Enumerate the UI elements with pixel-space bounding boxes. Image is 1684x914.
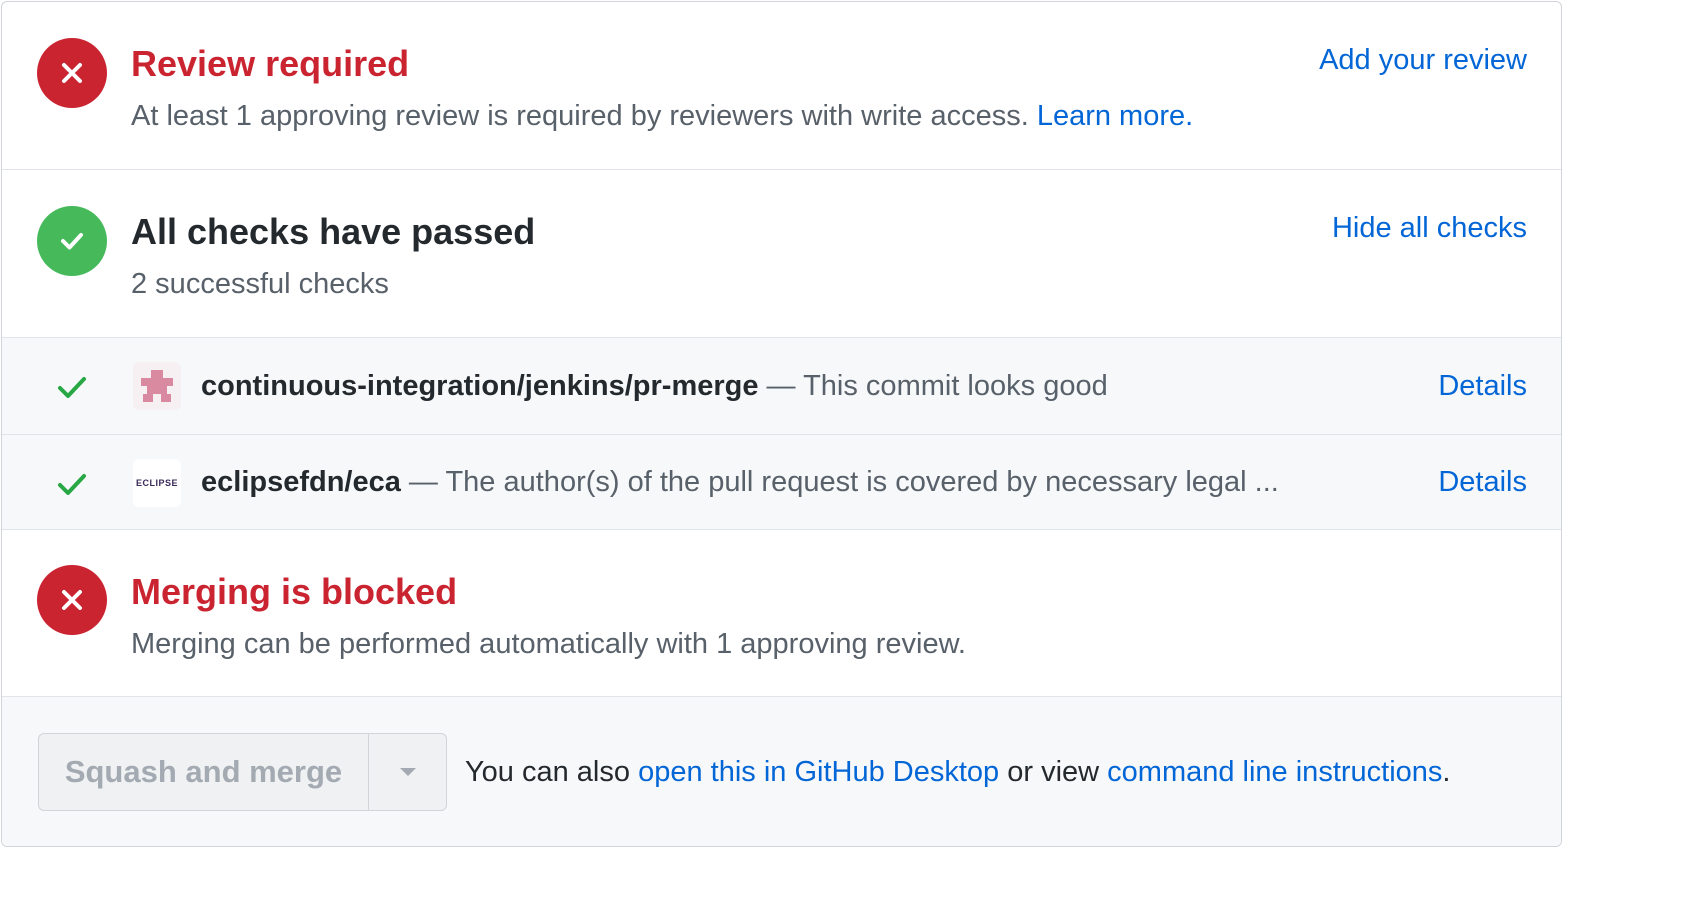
checks-title: All checks have passed [131,211,536,252]
merge-button-group: Squash and merge [38,733,447,811]
merge-actions-section: Squash and merge You can also open this … [2,697,1561,846]
command-line-instructions-link[interactable]: command line instructions [1107,756,1442,788]
review-required-section: Review required At least 1 approving rev… [2,2,1561,170]
jenkins-avatar-icon [133,362,181,410]
hide-all-checks-link[interactable]: Hide all checks [1332,210,1527,246]
merge-alternatives-note: You can also open this in GitHub Desktop… [465,754,1450,790]
add-your-review-link[interactable]: Add your review [1319,42,1527,78]
check-row-jenkins: continuous-integration/jenkins/pr-merge … [2,338,1561,435]
x-circle-icon [37,38,107,108]
note-suffix: . [1442,756,1451,788]
check-circle-icon [37,206,107,276]
merging-blocked-section: Merging is blocked Merging can be perfor… [2,530,1561,697]
x-circle-icon [37,565,107,635]
triangle-down-icon [399,768,416,776]
merge-method-dropdown[interactable] [369,734,446,810]
details-link[interactable]: Details [1438,464,1527,500]
check-description: The author(s) of the pull request is cov… [445,466,1279,498]
eclipse-logo-text: ECLIPSE [135,478,178,488]
checks-summary: 2 successful checks [131,268,389,300]
open-in-github-desktop-link[interactable]: open this in GitHub Desktop [638,756,999,788]
merge-status-panel: Review required At least 1 approving rev… [1,1,1562,847]
check-icon [58,474,86,495]
check-separator: — [758,370,804,402]
check-description: This commit looks good [803,370,1108,402]
check-row-eclipse: ECLIPSE eclipsefdn/eca — The author(s) o… [2,435,1561,530]
review-required-title: Review required [131,43,410,84]
note-middle: or view [999,756,1108,788]
merging-blocked-title: Merging is blocked [131,571,458,612]
merging-blocked-description: Merging can be performed automatically w… [131,628,966,660]
checks-section: All checks have passed 2 successful chec… [2,170,1561,338]
check-separator: — [400,466,446,498]
note-prefix: You can also [465,756,639,788]
learn-more-link[interactable]: Learn more. [1037,100,1193,132]
review-required-description: At least 1 approving review is required … [131,98,1193,134]
details-link[interactable]: Details [1438,368,1527,404]
squash-and-merge-button[interactable]: Squash and merge [39,734,369,810]
review-description-text: At least 1 approving review is required … [131,100,1029,132]
check-icon [58,377,86,398]
check-text-jenkins: continuous-integration/jenkins/pr-merge … [201,368,1108,404]
eclipse-avatar-icon: ECLIPSE [133,459,181,507]
check-name: eclipsefdn/eca [201,466,401,498]
check-name: continuous-integration/jenkins/pr-merge [201,370,759,402]
check-text-eclipse: eclipsefdn/eca — The author(s) of the pu… [201,464,1279,500]
